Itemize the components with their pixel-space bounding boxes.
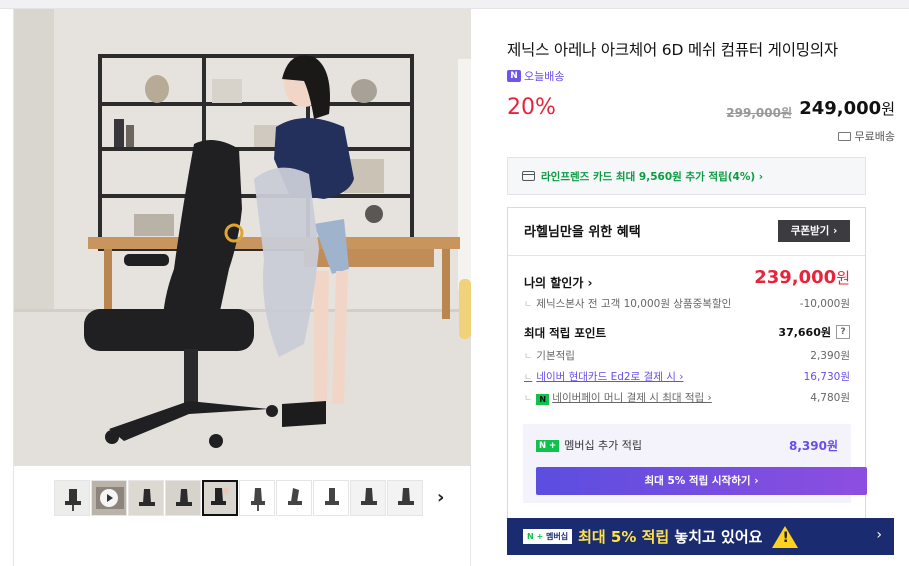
card-points-link[interactable]: 네이버 현대카드 Ed2로 결제 시 › <box>524 369 683 384</box>
shipping-label: 무료배송 <box>854 130 895 143</box>
sale-price: 249,000원 <box>799 98 895 119</box>
thumbnail-4[interactable] <box>165 480 201 516</box>
discount-detail-label: 제닉스본사 전 고객 10,000원 상품중복할인 <box>524 296 731 311</box>
membership-badge: N + 멤버십 <box>523 529 573 544</box>
membership-promo-banner[interactable]: N + 멤버십 최대 5% 적립 놓치고 있어요 › <box>507 518 894 555</box>
npay-points-row: N네이버페이 머니 결제 시 최대 적립 › 4,780원 <box>524 390 850 405</box>
discount-detail-row: 제닉스본사 전 고객 10,000원 상품중복할인 -10,000원 <box>524 296 850 311</box>
thumbnail-video[interactable] <box>91 480 127 516</box>
naver-plus-icon: N + <box>536 440 560 452</box>
promo-highlight: 최대 5% 적립 <box>578 528 670 546</box>
basic-points-row: 기본적립 2,390원 <box>524 348 850 363</box>
product-main-image[interactable] <box>14 9 471 466</box>
benefit-title: 라헬님만을 위한 혜택 <box>524 225 641 240</box>
promo-text-rest: 놓치고 있어요 <box>669 528 763 546</box>
today-delivery-label: 오늘배송 <box>524 70 565 83</box>
naver-n-icon: N <box>507 70 521 82</box>
card-benefit-banner[interactable]: 라인프렌즈 카드 최대 9,560원 추가 적립(4%) › <box>507 157 866 195</box>
membership-row: N + 멤버십 추가 적립 8,390원 <box>536 437 838 454</box>
naver-plus-badge-icon: N + <box>527 532 544 541</box>
membership-start-button[interactable]: 최대 5% 적립 시작하기 › <box>536 467 867 495</box>
my-discount-label[interactable]: 나의 할인가 › <box>524 274 593 291</box>
divider <box>508 255 865 256</box>
card-points-row: 네이버 현대카드 Ed2로 결제 시 › 16,730원 <box>524 369 850 384</box>
play-icon <box>100 489 118 507</box>
my-discount-price-value: 239,000 <box>754 267 837 288</box>
discount-detail-value: -10,000원 <box>799 298 850 310</box>
thumbnail-5-selected[interactable] <box>202 480 238 516</box>
basic-points-value: 2,390원 <box>810 350 850 362</box>
membership-label-text: 멤버십 추가 적립 <box>564 439 643 452</box>
thumbnail-next-chevron-icon[interactable]: › <box>437 487 444 508</box>
sale-price-currency: 원 <box>881 100 895 118</box>
today-delivery-badge[interactable]: N 오늘배송 <box>507 68 564 84</box>
warning-icon <box>772 525 799 548</box>
thumbnail-8[interactable] <box>313 480 349 516</box>
promo-text: 최대 5% 적립 놓치고 있어요 <box>578 526 762 547</box>
discount-rate: 20% <box>507 95 556 120</box>
thumbnail-3[interactable] <box>128 480 164 516</box>
membership-box: N + 멤버십 추가 적립 8,390원 최대 5% 적립 시작하기 › <box>523 424 867 503</box>
npay-points-value: 4,780원 <box>810 392 850 404</box>
help-icon[interactable]: ? <box>836 325 850 339</box>
shipping-info: 무료배송 <box>837 128 895 144</box>
coupon-button[interactable]: 쿠폰받기 › <box>778 220 850 242</box>
my-discount-currency: 원 <box>836 269 850 287</box>
product-title: 제닉스 아레나 아크체어 6D 메쉬 컴퓨터 게이밍의자 <box>507 41 838 59</box>
points-title: 최대 적립 포인트 <box>524 326 607 340</box>
thumbnail-1[interactable] <box>54 480 90 516</box>
thumbnail-10[interactable] <box>387 480 423 516</box>
product-gallery: › <box>13 9 471 566</box>
points-value: 37,660원 <box>778 326 831 339</box>
card-benefit-text: 라인프렌즈 카드 최대 9,560원 추가 적립(4%) › <box>541 170 764 183</box>
npay-icon: N <box>536 394 550 405</box>
npay-points-link[interactable]: 네이버페이 머니 결제 시 최대 적립 › <box>552 392 711 404</box>
credit-card-icon <box>522 171 535 181</box>
thumbnail-9[interactable] <box>350 480 386 516</box>
membership-badge-text: 멤버십 <box>545 532 569 541</box>
top-bar <box>0 0 909 9</box>
basic-points-label: 기본적립 <box>524 348 575 363</box>
thumbnail-6[interactable] <box>239 480 275 516</box>
sale-price-value: 249,000 <box>799 98 882 119</box>
membership-label: N + 멤버십 추가 적립 <box>536 437 642 454</box>
chevron-right-icon: › <box>876 527 882 543</box>
thumbnail-strip <box>54 480 423 516</box>
card-points-value: 16,730원 <box>803 371 850 383</box>
membership-value: 8,390원 <box>789 439 838 453</box>
benefit-panel: 라헬님만을 위한 혜택 쿠폰받기 › 나의 할인가 › 239,000원 제닉스… <box>507 207 867 519</box>
points-total: 37,660원 ? <box>778 324 850 340</box>
npay-points-label[interactable]: N네이버페이 머니 결제 시 최대 적립 › <box>524 390 712 405</box>
my-discount-price: 239,000원 <box>754 267 850 288</box>
thumbnail-7[interactable] <box>276 480 312 516</box>
truck-icon <box>837 131 851 141</box>
original-price: 299,000원 <box>726 106 792 120</box>
